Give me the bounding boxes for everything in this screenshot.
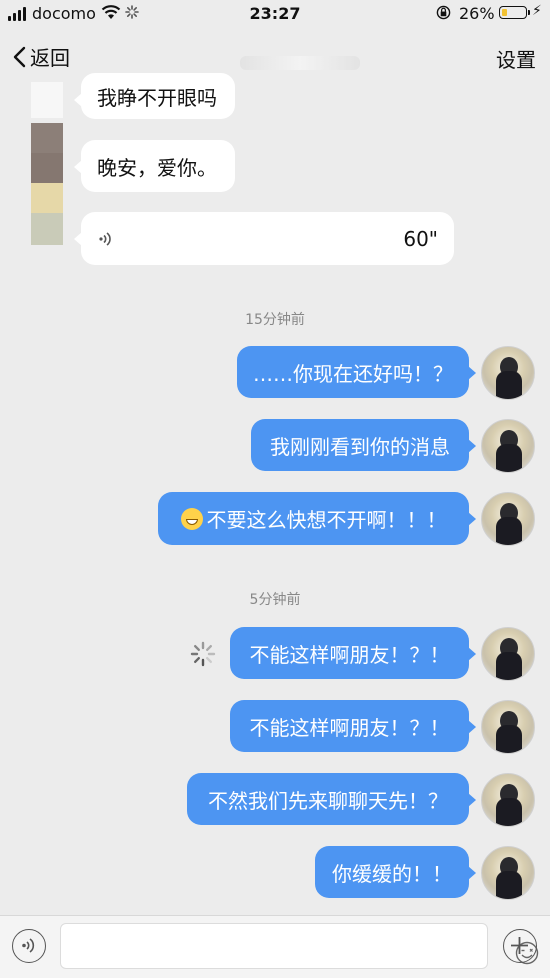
- message-text: 晚安，爱你。: [97, 155, 217, 180]
- blurred-contact-avatar: [31, 123, 63, 245]
- received-message[interactable]: 晚安，爱你。: [74, 140, 235, 192]
- sent-message[interactable]: 不然我们先来聊聊天先！？: [187, 773, 476, 825]
- sent-message[interactable]: ……你现在还好吗！？: [237, 346, 476, 398]
- voice-message[interactable]: 60": [74, 212, 454, 265]
- sent-message[interactable]: 我刚刚看到你的消息: [251, 419, 476, 471]
- sent-message[interactable]: 不要这么快想不开啊！！！: [158, 492, 476, 545]
- battery-percent: 26%: [459, 4, 495, 23]
- input-bar: [0, 915, 550, 978]
- message-text: 我睁不开眼吗: [97, 85, 217, 110]
- message-text: 不能这样啊朋友！？！: [249, 715, 450, 740]
- voice-wave-icon: [22, 938, 35, 953]
- avatar[interactable]: [481, 492, 535, 546]
- avatar[interactable]: [481, 346, 535, 400]
- signal-icon: [8, 7, 26, 21]
- message-input[interactable]: [60, 923, 539, 969]
- sent-message[interactable]: 不能这样啊朋友！？！: [230, 700, 476, 752]
- avatar[interactable]: [481, 773, 535, 827]
- add-attachment-button[interactable]: [503, 929, 537, 963]
- message-text: 不要这么快想不开啊！！！: [206, 508, 447, 532]
- avatar[interactable]: [481, 627, 535, 681]
- rotation-lock-icon: [436, 5, 451, 20]
- battery-icon: [499, 6, 530, 19]
- back-button[interactable]: 返回: [12, 42, 70, 71]
- avatar[interactable]: [481, 419, 535, 473]
- wifi-icon: [101, 5, 121, 19]
- message-text: ……你现在还好吗！？: [253, 361, 453, 386]
- voice-input-button[interactable]: [12, 929, 46, 963]
- received-message[interactable]: 我睁不开眼吗: [74, 73, 235, 119]
- sent-message[interactable]: 你缓缓的！！: [315, 846, 476, 898]
- sent-message[interactable]: 不能这样啊朋友！？！: [230, 627, 476, 679]
- charging-icon: ⚡: [532, 3, 542, 19]
- blurred-contact-name: [240, 56, 360, 70]
- avatar[interactable]: [481, 846, 535, 900]
- settings-button[interactable]: 设置: [496, 44, 536, 73]
- timestamp: 15分钟前: [245, 312, 305, 328]
- nav-bar: 返回 设置: [0, 36, 550, 76]
- message-text: 不然我们先来聊聊天先！？: [208, 788, 448, 813]
- status-bar: docomo 23:27 26% ⚡: [0, 0, 550, 28]
- message-text: 我刚刚看到你的消息: [270, 434, 450, 459]
- back-label: 返回: [30, 46, 70, 70]
- voice-wave-icon: [99, 231, 111, 246]
- timestamp: 5分钟前: [249, 592, 301, 608]
- loading-spinner-icon: [190, 641, 216, 667]
- activity-spinner-icon: [125, 5, 139, 19]
- avatar[interactable]: [481, 700, 535, 754]
- message-text: 你缓缓的！！: [332, 861, 452, 886]
- message-text: 不能这样啊朋友！？！: [249, 642, 450, 667]
- chevron-left-icon: [13, 46, 26, 67]
- carrier-name: docomo: [32, 4, 96, 23]
- voice-duration: 60": [403, 226, 438, 251]
- blurred-avatar-top: [31, 82, 63, 118]
- plus-icon: [511, 937, 528, 954]
- grinning-sweat-emoji-icon: [180, 507, 203, 530]
